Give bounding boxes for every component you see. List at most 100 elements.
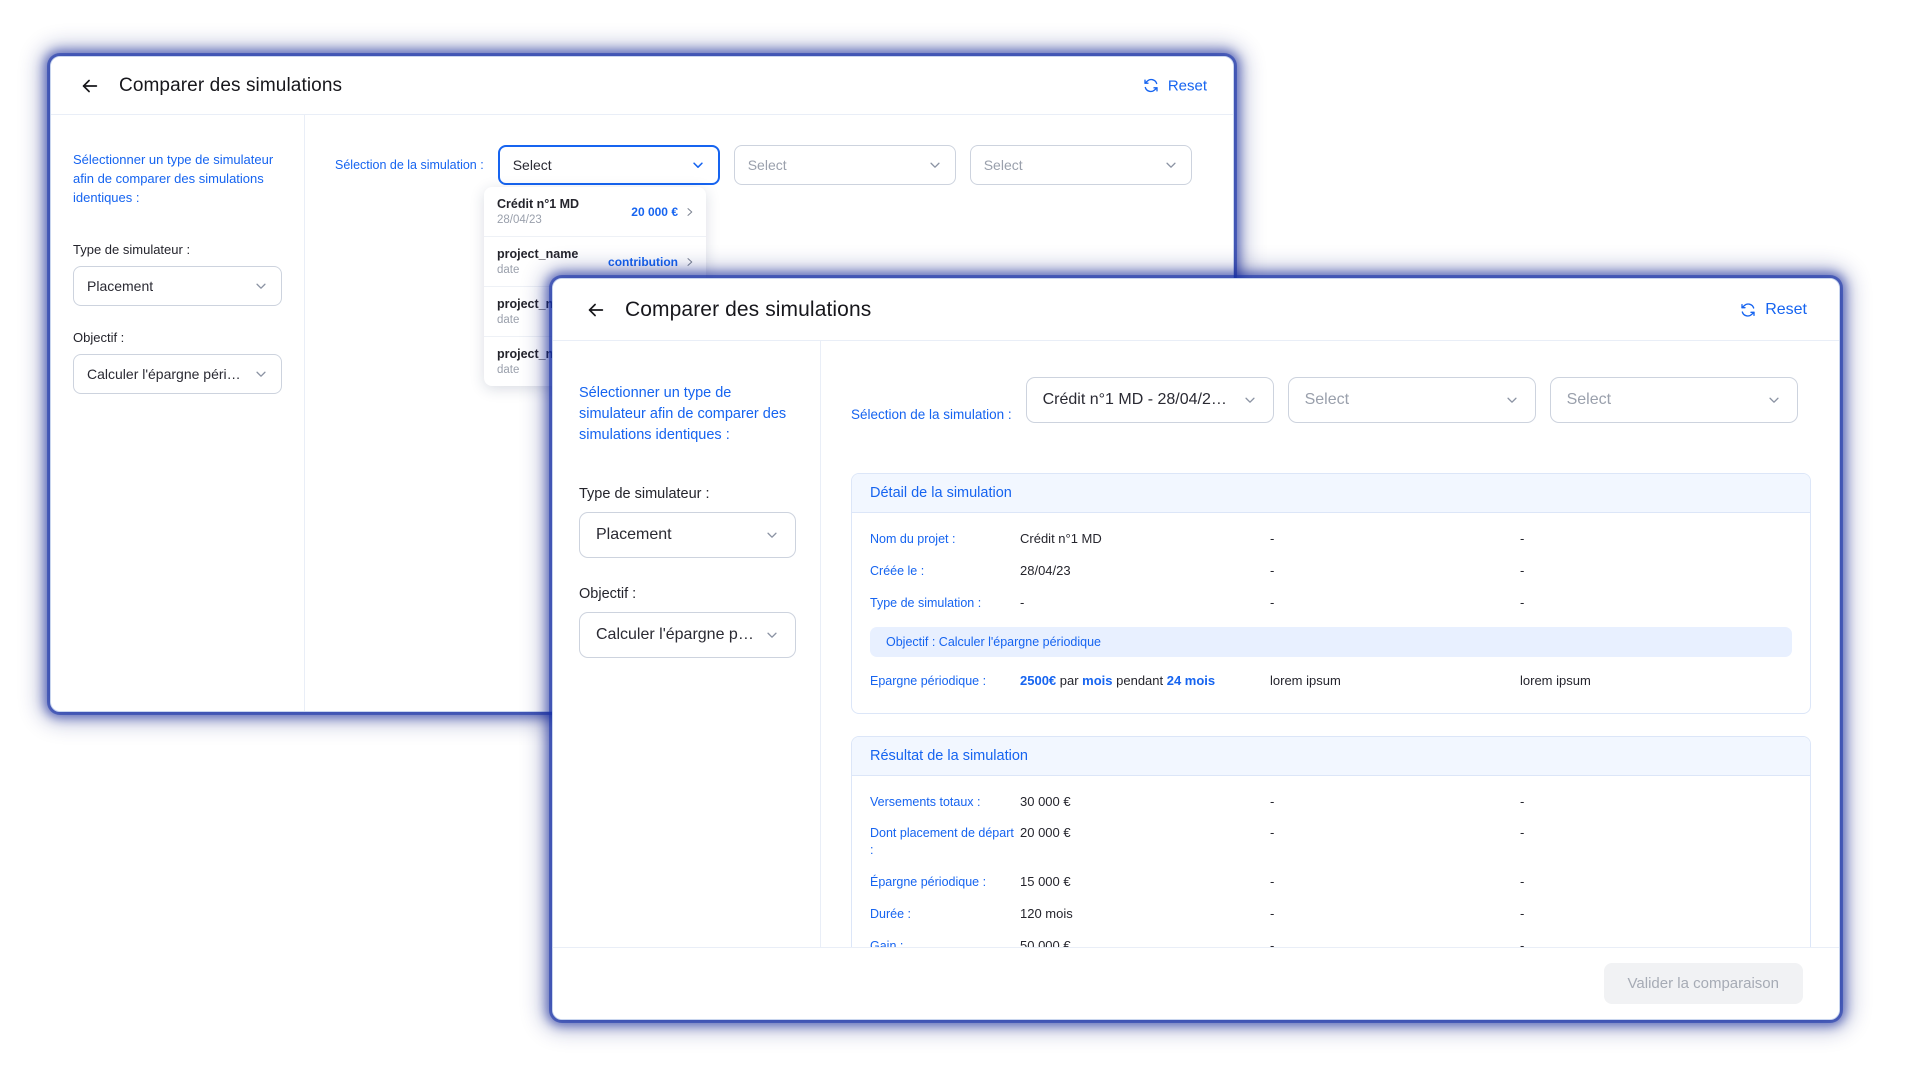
row-value-col1: 15 000 € <box>1020 874 1071 890</box>
row-value-col2: - <box>1270 937 1275 947</box>
pane-intro-text: Sélectionner un type de simulateur afin … <box>73 152 274 205</box>
row-value-col1: 2500€ par mois pendant 24 mois <box>1020 672 1270 690</box>
epargne-sep2: pendant <box>1112 672 1167 688</box>
reset-label: Reset <box>1167 77 1207 94</box>
row-value-col2: - <box>1270 793 1275 809</box>
result-card-title: Résultat de la simulation <box>852 736 1810 776</box>
row-value-col1: 30 000 € <box>1020 793 1071 809</box>
simulation-select-1[interactable]: Select <box>497 145 720 185</box>
chevron-down-icon <box>256 371 266 377</box>
row-value-col3: - <box>1520 937 1525 947</box>
simulator-type-label: Type de simulateur : <box>73 241 191 257</box>
reset-button[interactable]: Reset <box>1143 77 1207 94</box>
simulation-select-3[interactable]: Select <box>1549 377 1798 423</box>
simulator-type-select[interactable]: Placement <box>579 512 796 559</box>
table-row: Durée : 120 mois - - <box>852 898 1810 930</box>
simulation-select-1[interactable]: Crédit n°1 MD - 28/04/23 - 20... <box>1025 377 1274 423</box>
simulation-select-2[interactable]: Select <box>1287 377 1536 423</box>
row-value-col1: 20 000 € <box>1020 825 1071 841</box>
objectif-banner: Objectif : Calculer l'épargne périodique <box>870 626 1792 657</box>
chevron-down-icon <box>930 162 940 168</box>
front-window-footer: Valider la comparaison <box>553 947 1839 1019</box>
row-value-col3: - <box>1520 594 1525 610</box>
simulation-select-2-value: Select <box>1304 391 1350 408</box>
row-label: Créée le : <box>870 563 925 578</box>
reset-button[interactable]: Reset <box>1740 301 1807 319</box>
row-value-col3: - <box>1520 825 1525 841</box>
refresh-icon <box>1143 78 1159 94</box>
chevron-down-icon <box>1769 397 1779 403</box>
dropdown-item-subtitle: 28/04/23 <box>497 214 542 226</box>
back-simulation-select-row: Sélection de la simulation : Select Sele… <box>335 145 1209 185</box>
table-row: Nom du projet : Crédit n°1 MD - - <box>852 523 1810 555</box>
refresh-icon <box>1740 302 1756 318</box>
row-value-col2: - <box>1270 594 1275 610</box>
validate-comparison-button[interactable]: Valider la comparaison <box>1603 963 1803 1004</box>
table-row: Versements totaux : 30 000 € - - <box>852 786 1810 818</box>
arrow-left-icon[interactable] <box>77 73 103 99</box>
chevron-right-icon <box>687 257 693 266</box>
page-title: Comparer des simulations <box>625 297 872 321</box>
simulation-select-3[interactable]: Select <box>969 145 1192 185</box>
detail-card: Détail de la simulation Nom du projet : … <box>851 473 1811 714</box>
row-label: Epargne périodique : <box>870 673 987 688</box>
simulation-select-3-value: Select <box>1566 391 1612 408</box>
screen-root: Comparer des simulations Reset Sélection… <box>0 0 1920 1080</box>
row-value-col2: - <box>1270 825 1275 841</box>
chevron-down-icon <box>767 632 777 638</box>
row-value-col3: - <box>1520 562 1525 578</box>
simulator-type-select[interactable]: Placement <box>73 265 282 306</box>
row-value-col2: - <box>1270 562 1275 578</box>
row-label: Épargne périodique : <box>870 875 987 890</box>
front-left-pane: Sélectionner un type de simulateur afin … <box>553 341 821 947</box>
row-value-col1: 28/04/23 <box>1020 562 1071 578</box>
objectif-select[interactable]: Calculer l'épargne périodique <box>579 612 796 659</box>
front-simulation-select-row: Sélection de la simulation : Crédit n°1 … <box>851 377 1811 451</box>
row-value-col1: - <box>1020 594 1025 610</box>
table-row: Gain : 50 000 € - - <box>852 930 1810 947</box>
front-window-scroll-area: Sélectionner un type de simulateur afin … <box>553 341 1839 947</box>
simulation-select-1-value: Crédit n°1 MD - 28/04/23 - 20... <box>1042 391 1235 408</box>
reset-label: Reset <box>1765 300 1807 318</box>
chevron-down-icon <box>256 283 266 289</box>
page-title: Comparer des simulations <box>119 74 343 96</box>
objectif-select[interactable]: Calculer l'épargne périodique <box>73 353 282 394</box>
row-value-col3: lorem ipsum <box>1520 672 1591 688</box>
row-value-col2: - <box>1270 531 1275 546</box>
table-row: Épargne périodique : 15 000 € - - <box>852 866 1810 898</box>
detail-card-title: Détail de la simulation <box>852 474 1810 513</box>
chevron-down-icon <box>1507 397 1517 403</box>
chevron-down-icon <box>1245 397 1255 403</box>
table-row-epargne: Epargne périodique : 2500€ par mois pend… <box>852 665 1810 697</box>
objectif-value: Calculer l'épargne périodique <box>87 365 246 382</box>
row-value-col1: 120 mois <box>1020 906 1073 921</box>
row-label: Type de simulation : <box>870 595 982 610</box>
result-card: Résultat de la simulation Versements tot… <box>851 735 1811 947</box>
simulation-select-2[interactable]: Select <box>733 145 956 185</box>
simulation-select-3-value: Select <box>983 157 1023 173</box>
table-row: Créée le : 28/04/23 - - <box>852 555 1810 587</box>
simulation-select-label: Sélection de la simulation : <box>335 158 484 172</box>
row-label: Versements totaux : <box>870 794 981 809</box>
front-window-body: Sélectionner un type de simulateur afin … <box>553 341 1839 947</box>
front-window: Comparer des simulations Reset Sélection… <box>552 278 1840 1020</box>
table-row: Type de simulation : - - - <box>852 587 1810 619</box>
row-value-col3: - <box>1520 906 1525 921</box>
arrow-left-icon[interactable] <box>583 297 609 323</box>
row-label: Nom du projet : <box>870 532 956 546</box>
dropdown-item-value: contribution <box>608 254 678 269</box>
dropdown-item-value: 20 000 € <box>631 204 678 219</box>
front-window-header: Comparer des simulations Reset <box>553 279 1839 341</box>
simulation-select-label: Sélection de la simulation : <box>851 406 1012 422</box>
chevron-down-icon <box>767 532 777 538</box>
simulation-select-1-value: Select <box>512 157 552 173</box>
objectif-label: Objectif : <box>579 586 637 603</box>
list-item[interactable]: Crédit n°1 MD 28/04/23 20 000 € <box>484 187 706 237</box>
table-row: Dont placement de départ : 20 000 € - - <box>852 817 1810 866</box>
detail-card-body: Nom du projet : Crédit n°1 MD - - Créée … <box>852 513 1810 713</box>
row-label: Durée : <box>870 907 911 921</box>
back-left-pane: Sélectionner un type de simulateur afin … <box>51 115 305 711</box>
row-value-col1: Crédit n°1 MD <box>1020 531 1102 546</box>
row-value-col2: - <box>1270 874 1275 890</box>
epargne-period: mois <box>1082 672 1113 688</box>
